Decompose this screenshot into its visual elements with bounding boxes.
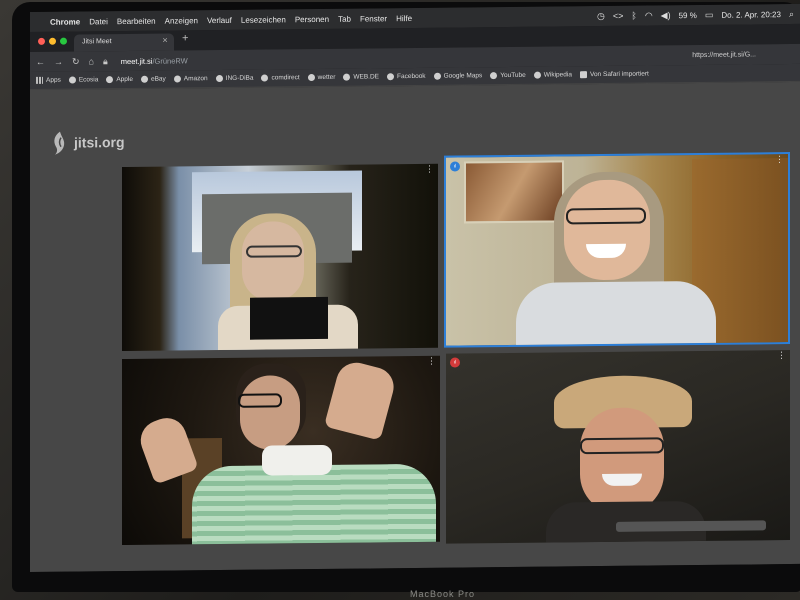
menu-app-chrome[interactable]: Chrome <box>50 17 80 26</box>
bookmark-folder-safari[interactable]: Von Safari importiert <box>579 71 649 79</box>
video-tile-1[interactable]: ⋮ <box>122 163 438 352</box>
bookmark-comdirect[interactable]: comdirect <box>261 74 300 82</box>
jitsi-meet-page: jitsi.org ⋮ ıl ⋮ ⋮ ıl ⋮ <box>30 81 800 573</box>
laptop-brand-label: MacBook Pro <box>410 589 476 599</box>
video-tile-2-active-speaker[interactable]: ıl ⋮ <box>444 152 790 348</box>
menu-personen[interactable]: Personen <box>295 14 329 23</box>
globe-icon <box>173 75 181 83</box>
menu-fenster[interactable]: Fenster <box>360 14 387 23</box>
bookmark-facebook[interactable]: Facebook <box>387 73 426 81</box>
lock-icon[interactable]: 🔒︎ <box>103 56 108 67</box>
zoom-window-button[interactable] <box>60 37 67 45</box>
forward-icon[interactable]: → <box>54 57 63 67</box>
jitsi-logo-text: jitsi.org <box>74 134 125 151</box>
bookmark-apple[interactable]: Apple <box>106 76 133 84</box>
bookmark-youtube[interactable]: YouTube <box>490 72 526 80</box>
participant-face <box>240 375 300 450</box>
menu-clock[interactable]: Do. 2. Apr. 20:23 <box>721 10 781 20</box>
url-host: meet.jit.si <box>120 56 153 66</box>
bookmark-google-maps[interactable]: Google Maps <box>433 72 482 80</box>
bookmark-amazon[interactable]: Amazon <box>173 75 208 83</box>
menu-bearbeiten[interactable]: Bearbeiten <box>117 16 156 25</box>
participant-face <box>564 179 650 281</box>
laptop-screen: Chrome Datei Bearbeiten Anzeigen Verlauf… <box>30 3 800 573</box>
menu-tab[interactable]: Tab <box>338 14 351 23</box>
bookmark-ing-diba[interactable]: ING-DiBa <box>215 74 253 83</box>
white-hoodie <box>516 280 716 348</box>
held-object <box>250 296 328 340</box>
glasses <box>246 245 302 258</box>
window-controls <box>38 37 67 45</box>
bookmark-ecosia[interactable]: Ecosia <box>68 76 98 84</box>
bookmark-webde[interactable]: WEB.DE <box>343 73 379 81</box>
tile-menu-icon[interactable]: ⋮ <box>427 356 436 366</box>
globe-icon <box>387 73 395 81</box>
volume-icon[interactable]: ◀) <box>661 10 671 21</box>
address-bar[interactable]: meet.jit.si/GrüneRW <box>121 56 188 66</box>
connection-indicator-icon[interactable]: ıl <box>450 161 460 172</box>
time-machine-icon[interactable]: ◷ <box>597 10 605 21</box>
menu-lesezeichen[interactable]: Lesezeichen <box>241 15 286 24</box>
url-path: /GrüneRW <box>152 55 188 66</box>
connection-indicator-icon[interactable]: ıl <box>450 357 460 368</box>
striped-shirt <box>192 463 436 546</box>
close-window-button[interactable] <box>38 37 45 45</box>
tile-menu-icon[interactable]: ⋮ <box>425 164 434 174</box>
globe-icon <box>215 74 223 83</box>
raised-right-hand <box>323 358 399 441</box>
tile-menu-icon[interactable]: ⋮ <box>777 350 786 360</box>
participant-face <box>242 221 304 302</box>
phone <box>616 520 766 532</box>
reload-icon[interactable]: ↻ <box>72 56 80 67</box>
participant-face <box>580 407 664 515</box>
menu-status-area: ◷ <> ᛒ ◠ ◀) 59 % ▭ Do. 2. Apr. 20:23 ⌕ <box>597 4 794 26</box>
back-icon[interactable]: ← <box>36 57 45 67</box>
globe-icon <box>343 73 351 81</box>
globe-icon <box>533 71 541 79</box>
jitsi-logo[interactable]: jitsi.org <box>50 129 125 156</box>
apps-grid-icon <box>36 76 43 84</box>
globe-icon <box>106 76 114 84</box>
globe-icon <box>490 72 498 80</box>
folder-icon <box>579 71 587 79</box>
tile-menu-icon[interactable]: ⋮ <box>775 154 784 164</box>
globe-icon <box>261 74 269 82</box>
jitsi-logo-icon <box>54 131 65 155</box>
menu-verlauf[interactable]: Verlauf <box>207 15 232 24</box>
code-icon[interactable]: <> <box>613 11 624 21</box>
extension-url-text[interactable]: https://meet.jit.si/G... <box>692 51 756 59</box>
globe-icon <box>307 74 315 82</box>
video-tile-4[interactable]: ıl ⋮ <box>446 350 790 544</box>
tab-jitsi-meet[interactable]: Jitsi Meet ✕ <box>74 33 174 52</box>
bookmark-wetter[interactable]: wetter <box>307 74 335 82</box>
white-scarf <box>262 444 332 476</box>
bookmark-wikipedia[interactable]: Wikipedia <box>533 71 572 79</box>
home-icon[interactable]: ⌂ <box>89 56 94 66</box>
bookmark-ebay[interactable]: eBay <box>140 75 166 83</box>
minimize-window-button[interactable] <box>49 37 56 45</box>
globe-icon <box>433 72 441 80</box>
battery-percent: 59 % <box>678 10 697 20</box>
wall-painting <box>464 160 564 224</box>
globe-icon <box>140 75 148 83</box>
menu-datei[interactable]: Datei <box>89 17 108 26</box>
menu-anzeigen[interactable]: Anzeigen <box>165 16 198 25</box>
wifi-icon[interactable]: ◠ <box>645 10 653 21</box>
menu-hilfe[interactable]: Hilfe <box>396 13 412 22</box>
glasses <box>238 393 282 408</box>
new-tab-button[interactable]: + <box>182 32 188 44</box>
bookmark-apps[interactable]: Apps <box>36 77 61 84</box>
glasses <box>580 437 664 455</box>
bluetooth-icon[interactable]: ᛒ <box>631 11 636 21</box>
tab-title: Jitsi Meet <box>82 38 112 46</box>
globe-icon <box>68 76 76 84</box>
battery-icon[interactable]: ▭ <box>705 9 714 20</box>
tab-close-icon[interactable]: ✕ <box>162 37 168 45</box>
video-tile-3[interactable]: ⋮ <box>122 355 440 546</box>
spotlight-icon[interactable]: ⌕ <box>789 8 794 19</box>
glasses <box>566 207 646 225</box>
